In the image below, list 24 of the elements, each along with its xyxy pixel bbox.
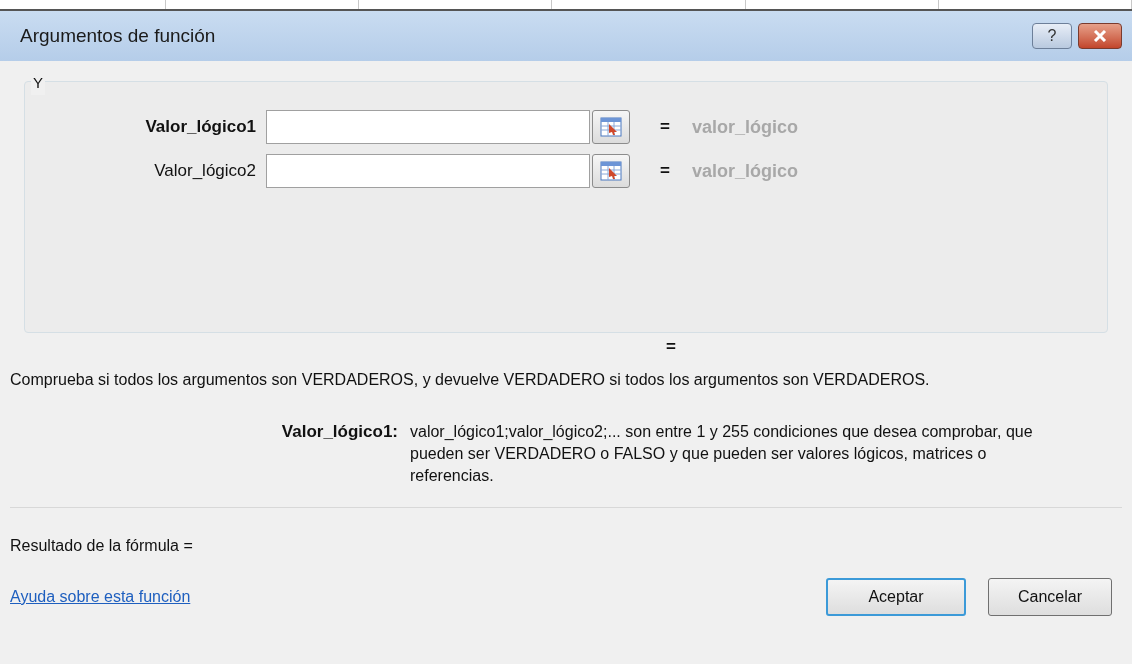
argument-result: valor_lógico bbox=[691, 115, 798, 139]
close-button[interactable] bbox=[1078, 23, 1122, 49]
equals-sign: = bbox=[666, 335, 676, 358]
formula-result: Resultado de la fórmula = bbox=[9, 536, 194, 556]
equals-sign: = bbox=[660, 160, 670, 183]
range-select-button[interactable] bbox=[592, 110, 630, 144]
help-link[interactable]: Ayuda sobre esta función bbox=[10, 585, 191, 609]
argument-field[interactable] bbox=[266, 154, 590, 188]
range-select-icon bbox=[600, 161, 622, 181]
equals-sign: = bbox=[660, 116, 670, 139]
argument-help-label: Valor_lógico1: bbox=[280, 421, 399, 443]
help-button[interactable]: ? bbox=[1032, 23, 1072, 49]
argument-result: valor_lógico bbox=[691, 159, 798, 183]
dialog-button[interactable]: Aceptar bbox=[826, 578, 966, 616]
range-select-button[interactable] bbox=[592, 154, 630, 188]
argument-label: Valor_lógico1 bbox=[144, 116, 257, 139]
close-icon bbox=[1093, 30, 1107, 42]
argument-label: Valor_lógico2 bbox=[153, 160, 257, 183]
function-description: Comprueba si todos los argumentos son VERDADEROS, y devuelve VERDADERO si todos los argumentos son VERDADEROS. bbox=[9, 370, 931, 390]
range-select-icon bbox=[600, 117, 622, 137]
dialog-button[interactable]: Cancelar bbox=[988, 578, 1112, 616]
argument-field[interactable] bbox=[266, 110, 590, 144]
argument-help-text: valor_lógico1;valor_lógico2;... son entre 1 y 255 condiciones que desea comprobar, que pueden ser VERDADERO o FALSO y que pueden ser valores lógicos, matrices o referencias. bbox=[410, 422, 1034, 486]
window-title: Argumentos de función bbox=[20, 23, 216, 48]
